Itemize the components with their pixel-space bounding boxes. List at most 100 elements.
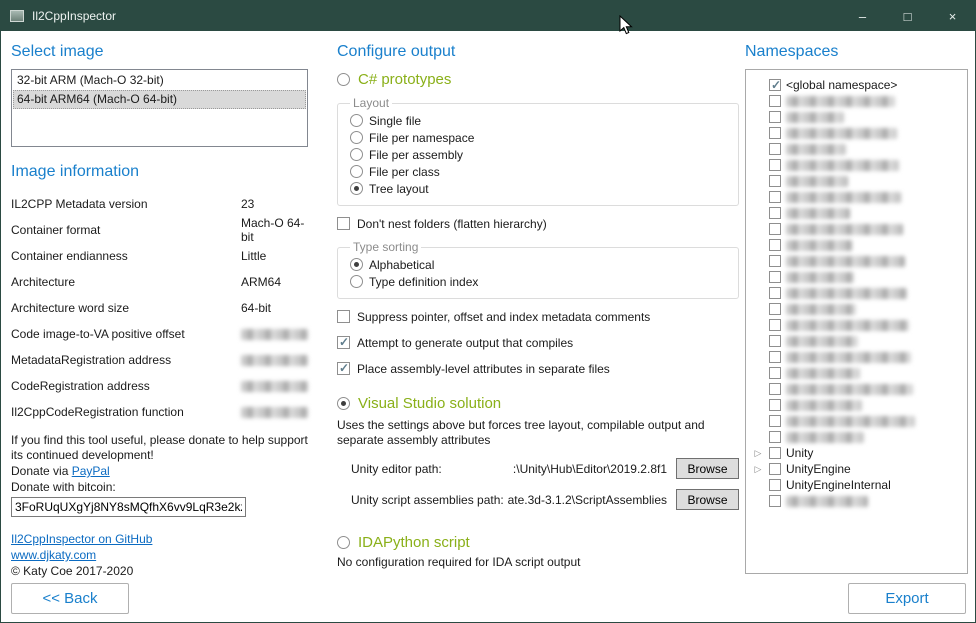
unity-editor-path-value[interactable]: :\Unity\Hub\Editor\2019.2.8f1 [442,462,667,476]
image-list-item[interactable]: 32-bit ARM (Mach-O 32-bit) [13,71,306,90]
namespace-checkbox[interactable] [769,95,781,107]
namespace-row[interactable] [750,397,963,413]
namespace-checkbox[interactable] [769,175,781,187]
csharp-prototypes-radio[interactable] [337,73,350,86]
namespace-row[interactable]: ▷Unity [750,445,963,461]
namespace-checkbox[interactable] [769,367,781,379]
namespace-checkbox[interactable] [769,111,781,123]
namespace-row[interactable] [750,109,963,125]
namespace-checkbox[interactable] [769,303,781,315]
maximize-button[interactable]: □ [885,1,930,31]
flatten-checkbox-row[interactable]: Don't nest folders (flatten hierarchy) [337,215,739,232]
namespace-row[interactable] [750,173,963,189]
export-button[interactable]: Export [848,583,966,614]
browse-assemblies-button[interactable]: Browse [676,489,739,510]
namespace-checkbox[interactable] [769,383,781,395]
layout-option[interactable]: File per namespace [350,129,728,146]
output-option-checkbox[interactable]: Attempt to generate output that compiles [337,334,739,351]
paypal-link[interactable]: PayPal [72,464,110,478]
image-list-item[interactable]: 64-bit ARM64 (Mach-O 64-bit) [13,90,306,109]
layout-options: Single fileFile per namespaceFile per as… [350,112,728,197]
github-link[interactable]: Il2CppInspector on GitHub [11,532,152,546]
layout-option[interactable]: File per assembly [350,146,728,163]
image-list[interactable]: 32-bit ARM (Mach-O 32-bit)64-bit ARM64 (… [11,69,308,147]
back-button[interactable]: << Back [11,583,129,614]
donate-bitcoin-label: Donate with bitcoin: [11,479,308,495]
namespace-row[interactable] [750,125,963,141]
namespace-checkbox[interactable] [769,431,781,443]
namespace-checkbox[interactable] [769,287,781,299]
namespace-row[interactable] [750,269,963,285]
namespace-checkbox[interactable] [769,255,781,267]
browse-editor-button[interactable]: Browse [676,458,739,479]
namespace-row[interactable] [750,365,963,381]
layout-groupbox-title: Layout [350,96,392,110]
close-button[interactable]: × [930,1,975,31]
unity-assemblies-path-value[interactable]: ate.3d-3.1.2\ScriptAssemblies [504,493,667,507]
namespace-checkbox[interactable] [769,351,781,363]
namespace-checkbox[interactable] [769,447,781,459]
ida-script-radio[interactable] [337,536,350,549]
csharp-prototypes-option[interactable]: C# prototypes [337,71,739,88]
namespace-row[interactable] [750,413,963,429]
namespace-checkbox[interactable] [769,479,781,491]
namespace-row[interactable] [750,221,963,237]
expander-icon[interactable]: ▷ [752,461,764,477]
namespace-checkbox[interactable] [769,207,781,219]
minimize-button[interactable]: – [840,1,885,31]
namespace-label-redacted [786,352,911,363]
namespace-row[interactable] [750,493,963,509]
namespace-checkbox[interactable] [769,223,781,235]
namespace-checkbox[interactable] [769,399,781,411]
namespace-row[interactable] [750,349,963,365]
vs-solution-option[interactable]: Visual Studio solution [337,395,739,412]
namespace-checkbox[interactable] [769,271,781,283]
expander-icon[interactable]: ▷ [752,445,764,461]
namespace-label: <global namespace> [786,78,897,92]
namespace-checkbox[interactable] [769,191,781,203]
namespace-row[interactable] [750,285,963,301]
namespace-row[interactable]: ▷UnityEngine [750,461,963,477]
option-label: Single file [369,114,421,128]
namespace-row[interactable] [750,333,963,349]
namespace-label-redacted [786,128,897,139]
namespace-row[interactable] [750,317,963,333]
namespace-checkbox[interactable] [769,143,781,155]
namespace-checkbox[interactable] [769,239,781,251]
namespace-row[interactable]: UnityEngineInternal [750,477,963,493]
namespace-checkbox[interactable] [769,463,781,475]
ida-script-label: IDAPython script [358,534,470,551]
namespace-checkbox[interactable] [769,335,781,347]
namespace-checkbox[interactable] [769,319,781,331]
website-link[interactable]: www.djkaty.com [11,548,96,562]
namespace-row[interactable] [750,157,963,173]
namespace-row[interactable] [750,205,963,221]
namespace-row[interactable] [750,237,963,253]
namespace-checkbox[interactable] [769,79,781,91]
layout-option[interactable]: Tree layout [350,180,728,197]
namespace-row[interactable] [750,93,963,109]
namespace-row[interactable] [750,253,963,269]
bitcoin-address-input[interactable] [11,497,246,517]
sorting-option[interactable]: Type definition index [350,273,728,290]
layout-option[interactable]: File per class [350,163,728,180]
layout-option[interactable]: Single file [350,112,728,129]
output-option-checkbox[interactable]: Suppress pointer, offset and index metad… [337,308,739,325]
namespace-row[interactable]: <global namespace> [750,77,963,93]
namespace-checkbox[interactable] [769,127,781,139]
ida-script-option[interactable]: IDAPython script [337,534,739,551]
flatten-checkbox[interactable] [337,217,350,230]
namespace-row[interactable] [750,189,963,205]
output-option-checkbox[interactable]: Place assembly-level attributes in separ… [337,360,739,377]
namespace-row[interactable] [750,429,963,445]
namespace-row[interactable] [750,141,963,157]
namespace-checkbox[interactable] [769,159,781,171]
namespace-checkbox[interactable] [769,495,781,507]
sorting-option[interactable]: Alphabetical [350,256,728,273]
checkbox-icon [337,310,350,323]
vs-solution-radio[interactable] [337,397,350,410]
namespace-list[interactable]: <global namespace> ▷Unity▷UnityEngineUnit… [745,69,968,574]
namespace-row[interactable] [750,301,963,317]
namespace-checkbox[interactable] [769,415,781,427]
namespace-row[interactable] [750,381,963,397]
